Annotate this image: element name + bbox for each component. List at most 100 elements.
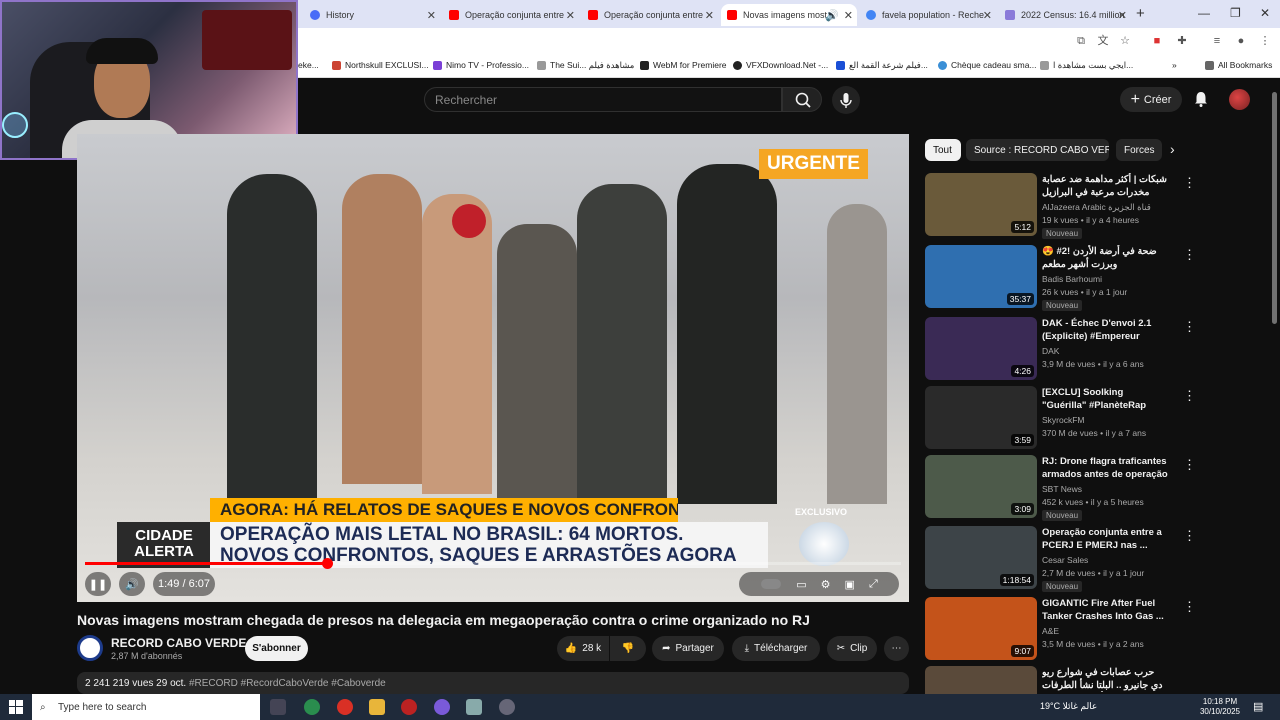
recommendation-item[interactable]: 5:12 شبكات | أكثر مداهمة ضد عصابة مخدرات… (925, 173, 1196, 239)
captions-icon[interactable]: ▭ (796, 578, 806, 591)
window-close-icon[interactable]: ✕ (1260, 6, 1270, 20)
channel-avatar[interactable] (77, 635, 103, 661)
bookmark-item[interactable]: ايجي بست مشاهدة ا... (1040, 60, 1133, 71)
pause-button[interactable]: ❚❚ (85, 572, 111, 596)
tab-label: Operação conjunta entre (465, 10, 565, 20)
more-options-icon[interactable]: ⋮ (1183, 599, 1196, 615)
subscribe-button[interactable]: S'abonner (245, 636, 308, 661)
menu-dots-icon[interactable]: ⋮ (1258, 34, 1272, 48)
volume-button[interactable]: 🔊 (119, 572, 145, 596)
chevron-right-icon[interactable]: › (1170, 141, 1175, 157)
puzzle-icon[interactable]: ✚ (1175, 34, 1189, 48)
chip-all[interactable]: Tout (925, 139, 961, 161)
task-view-icon[interactable] (270, 699, 286, 715)
more-options-icon[interactable]: ⋮ (1183, 319, 1196, 335)
recommendation-item[interactable]: 9:07 GIGANTIC Fire After Fuel Tanker Cra… (925, 597, 1196, 661)
progress-bar[interactable] (85, 558, 901, 569)
recommendation-item[interactable]: 35:37 😍 #2! ضحة في أرضة الأردن وبرزت أشه… (925, 245, 1196, 311)
autoplay-toggle-icon[interactable] (761, 579, 782, 589)
translate-icon[interactable]: 文 (1096, 34, 1110, 48)
search-button[interactable] (782, 87, 822, 112)
hashtags[interactable]: #RECORD #RecordCaboVerde #Caboverde (189, 678, 386, 689)
tab-census[interactable]: 2022 Census: 16.4 million ✕ (999, 4, 1131, 26)
download-button[interactable]: ⤓ Télécharger (732, 636, 820, 661)
tab-video-active[interactable]: Novas imagens most 🔊 ✕ (721, 4, 857, 26)
video-player[interactable]: URGENTE CIDADE ALERTA AGORA: HÁ RELATOS … (77, 134, 909, 602)
bookmark-item[interactable]: Northskull EXCLUSI... (332, 60, 429, 70)
miniplayer-icon[interactable]: ▣ (845, 578, 855, 591)
clip-button[interactable]: ✂ Clip (827, 636, 877, 661)
weather-widget[interactable]: 19°C عالم غائلا (1040, 701, 1097, 712)
chip-source[interactable]: Source : RECORD CABO VERDE (966, 139, 1109, 161)
bookmark-item[interactable]: VFXDownload.Net -... (733, 60, 828, 70)
taskbar-search-input[interactable]: ⌕ Type here to search (32, 694, 260, 720)
extension-icon[interactable]: ■ (1150, 34, 1164, 48)
lower-third-line-1: OPERAÇÃO MAIS LETAL NO BRASIL: 64 MORTOS… (220, 524, 684, 545)
bookmark-item[interactable]: فيلم شرعة القمة الع... (836, 60, 928, 71)
close-icon[interactable]: ✕ (705, 9, 714, 22)
settings-icon[interactable] (499, 699, 515, 715)
windows-start-icon[interactable] (9, 700, 23, 714)
page-scrollbar[interactable] (1272, 92, 1277, 324)
media-icon[interactable]: ≡ (1210, 34, 1224, 48)
bookmark-item[interactable]: Nimo TV - Professio... (433, 60, 529, 70)
file-explorer-icon[interactable] (369, 699, 385, 715)
tab-video-1[interactable]: Operação conjunta entre ✕ (443, 4, 579, 26)
dislike-button[interactable]: 👎 (610, 636, 646, 661)
more-actions-button[interactable]: ⋯ (884, 636, 909, 661)
recommendation-item[interactable]: 3:59 [EXCLU] Soolking "Guérilla" #Planèt… (925, 386, 1196, 450)
share-button[interactable]: ➦ Partager (652, 636, 724, 661)
tab-label: Novas imagens most (743, 10, 828, 20)
bookmarks-overflow-icon[interactable]: » (1172, 60, 1177, 70)
like-button[interactable]: 👍 28 k (557, 636, 609, 661)
search-input[interactable]: Rechercher (424, 87, 782, 112)
chrome-profile-icon[interactable] (337, 699, 353, 715)
more-options-icon[interactable]: ⋮ (1183, 457, 1196, 473)
notifications-icon[interactable]: ▤ (1253, 700, 1263, 713)
settings-gear-icon[interactable]: ⚙ (821, 578, 831, 591)
bookmark-item[interactable]: WebM for Premiere (640, 60, 727, 70)
minimize-icon[interactable]: — (1198, 6, 1210, 20)
more-options-icon[interactable]: ⋮ (1183, 528, 1196, 544)
speaker-icon[interactable]: 🔊 (825, 9, 839, 22)
app-icon[interactable] (434, 699, 450, 715)
restore-icon[interactable]: ❐ (1230, 6, 1241, 20)
tab-history[interactable]: History ✕ (304, 4, 440, 26)
voice-search-button[interactable] (832, 86, 860, 114)
star-icon[interactable]: ☆ (1118, 34, 1132, 48)
close-icon[interactable]: ✕ (1118, 9, 1127, 22)
chip-forces[interactable]: Forces (1116, 139, 1162, 161)
shield-icon[interactable] (466, 699, 482, 715)
bookmark-item[interactable]: eke... (298, 60, 319, 70)
close-icon[interactable]: ✕ (566, 9, 575, 22)
all-bookmarks[interactable]: All Bookmarks (1205, 60, 1272, 70)
more-options-icon[interactable]: ⋮ (1183, 175, 1196, 191)
chrome-icon[interactable] (304, 699, 320, 715)
recommendation-item[interactable]: حرب عصابات في شوارع ريو دي جانيرو .. الب… (925, 666, 1185, 694)
bookmark-item[interactable]: Chèque cadeau sma... (938, 60, 1037, 70)
more-options-icon[interactable]: ⋮ (1183, 668, 1185, 684)
close-icon[interactable]: ✕ (427, 9, 436, 22)
obs-icon[interactable] (401, 699, 417, 715)
more-options-icon[interactable]: ⋮ (1183, 388, 1196, 404)
notifications-button[interactable] (1192, 90, 1210, 108)
close-icon[interactable]: ✕ (844, 9, 853, 22)
bookmark-item[interactable]: The Sui... مشاهدة فيلم (537, 60, 634, 71)
taskbar-clock[interactable]: 10:18 PM 30/10/2025 (1198, 697, 1242, 717)
recommendation-item[interactable]: 4:26 DAK - Échec D'envoi 2.1 (Explicite)… (925, 317, 1196, 381)
tab-video-2[interactable]: Operação conjunta entre ✕ (582, 4, 718, 26)
tab-google-search[interactable]: favela population - Reche ✕ (860, 4, 996, 26)
recommendation-item[interactable]: 1:18:54 Operação conjunta entre a PCERJ … (925, 526, 1196, 592)
create-button[interactable]: + Créer (1120, 87, 1182, 112)
youtube-icon (727, 10, 737, 20)
close-icon[interactable]: ✕ (983, 9, 992, 22)
recommendation-item[interactable]: 3:09 RJ: Drone flagra traficantes armado… (925, 455, 1196, 521)
new-tab-button[interactable]: + (1136, 5, 1145, 22)
fullscreen-icon[interactable]: ⤢ (869, 578, 878, 591)
channel-name[interactable]: RECORD CABO VERDE ✔ (111, 636, 258, 650)
account-avatar[interactable] (1229, 89, 1250, 110)
description-box[interactable]: 2 241 219 vues 29 oct. #RECORD #RecordCa… (77, 672, 909, 694)
profile-icon[interactable]: ● (1234, 34, 1248, 48)
more-options-icon[interactable]: ⋮ (1183, 247, 1196, 263)
cast-icon[interactable]: ⧉ (1074, 34, 1088, 48)
